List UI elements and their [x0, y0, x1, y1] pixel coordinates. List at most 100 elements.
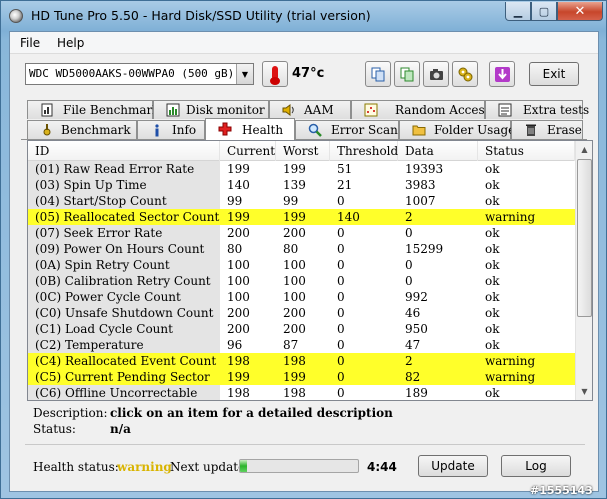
tab-health[interactable]: Health: [205, 118, 295, 140]
cell-current: 199: [227, 370, 250, 384]
table-row[interactable]: (C4) Reallocated Event Count 198 198 0 2 warn…: [28, 353, 575, 369]
column-header-status[interactable]: Status: [478, 141, 575, 161]
tab-extra-tests[interactable]: Extra tests: [485, 100, 589, 119]
copy-screenshot-button[interactable]: [394, 61, 420, 87]
gears-icon: [458, 67, 473, 82]
next-update-time: 4:44: [367, 460, 397, 474]
next-update-progress: [239, 459, 359, 473]
tab-disk-monitor[interactable]: Disk monitor: [153, 100, 269, 119]
list-rows: (01) Raw Read Error Rate 199 199 51 19393 ok(…: [28, 161, 575, 400]
cell-worst: 200: [283, 306, 306, 320]
minimize-button[interactable]: ▁: [505, 2, 531, 21]
table-row[interactable]: (09) Power On Hours Count 80 80 0 15299 ok: [28, 241, 575, 257]
update-button[interactable]: Update: [418, 455, 488, 477]
cell-data: 1007: [405, 194, 436, 208]
cell-current: 96: [227, 338, 243, 352]
cell-threshold: 0: [337, 226, 345, 240]
table-row[interactable]: (03) Spin Up Time 140 139 21 3983 ok: [28, 177, 575, 193]
cell-worst: 139: [283, 178, 306, 192]
copy-image-icon: [400, 67, 414, 82]
cell-current: 200: [227, 226, 250, 240]
cell-data: 2: [405, 210, 413, 224]
cell-data: 2: [405, 354, 413, 368]
app-disk-icon: [9, 9, 23, 23]
menu-help[interactable]: Help: [57, 36, 84, 50]
table-row[interactable]: (C0) Unsafe Shutdown Count 200 200 0 46 ok: [28, 305, 575, 321]
table-row[interactable]: (C2) Temperature 96 87 0 47 ok: [28, 337, 575, 353]
cell-threshold: 51: [337, 162, 353, 176]
title-bar[interactable]: HD Tune Pro 5.50 - Hard Disk/SSD Utility…: [1, 1, 606, 31]
table-row[interactable]: (04) Start/Stop Count 99 99 0 1007 ok: [28, 193, 575, 209]
cell-data: 0: [405, 274, 413, 288]
table-row[interactable]: (07) Seek Error Rate 200 200 0 0 ok: [28, 225, 575, 241]
table-row[interactable]: (C5) Current Pending Sector 199 199 0 82 warn…: [28, 369, 575, 385]
maximize-button[interactable]: ▢: [531, 2, 557, 21]
status-value: n/a: [110, 422, 131, 436]
tab-folder-usage[interactable]: Folder Usage: [399, 120, 515, 139]
speaker-icon: [282, 104, 294, 116]
smart-attributes-list[interactable]: ID Current Worst Threshold Data Status (…: [27, 140, 593, 401]
cell-status: ok: [485, 306, 500, 320]
cell-worst: 198: [283, 354, 306, 368]
status-label: Status:: [33, 422, 76, 436]
menu-file[interactable]: File: [20, 36, 40, 50]
copy-text-button[interactable]: [365, 61, 391, 87]
drive-select[interactable]: WDC WD5000AAKS-00WWPA0 (500 gB): [25, 63, 254, 85]
scroll-thumb[interactable]: [577, 159, 592, 317]
table-row[interactable]: (C1) Load Cycle Count 200 200 0 950 ok: [28, 321, 575, 337]
tab-erase[interactable]: Erase: [511, 120, 583, 139]
exit-button[interactable]: Exit: [529, 62, 579, 86]
chevron-down-icon: ▼: [241, 69, 249, 79]
scroll-down-button[interactable]: ▼: [576, 383, 593, 400]
folder-icon: [412, 125, 426, 136]
scroll-up-button[interactable]: ▲: [576, 141, 593, 158]
tab-error-scan[interactable]: Error Scan: [295, 120, 399, 139]
column-header-worst[interactable]: Worst: [276, 141, 330, 161]
cell-threshold: 0: [337, 242, 345, 256]
column-header-data[interactable]: Data: [398, 141, 478, 161]
options-button[interactable]: [452, 61, 478, 87]
cell-threshold: 0: [337, 290, 345, 304]
vertical-scrollbar[interactable]: ▲ ▼: [575, 141, 592, 400]
tab-info[interactable]: Info: [137, 120, 205, 139]
drive-select-arrow[interactable]: ▼: [236, 64, 253, 84]
copy-icon: [371, 67, 385, 82]
list-header: ID Current Worst Threshold Data Status: [28, 141, 575, 161]
table-row[interactable]: (C6) Offline Uncorrectable 198 198 0 189 ok: [28, 385, 575, 400]
column-header-id[interactable]: ID: [28, 141, 220, 161]
cell-worst: 80: [283, 242, 299, 256]
next-update-label: Next update:: [170, 460, 250, 474]
cell-id: (04) Start/Stop Count: [28, 193, 220, 209]
cell-threshold: 0: [337, 354, 345, 368]
cell-worst: 87: [283, 338, 299, 352]
tab-file-benchmark[interactable]: File Benchmark: [27, 100, 160, 119]
cell-current: 100: [227, 258, 250, 272]
table-row[interactable]: (0A) Spin Retry Count 100 100 0 0 ok: [28, 257, 575, 273]
cell-id: (03) Spin Up Time: [28, 177, 220, 193]
screenshot-button[interactable]: [423, 61, 449, 87]
table-row[interactable]: (05) Reallocated Sector Count 199 199 140 2 w…: [28, 209, 575, 225]
tab-aam[interactable]: AAM: [269, 100, 351, 119]
tab-random-access[interactable]: Random Access: [351, 100, 491, 119]
column-header-threshold[interactable]: Threshold: [330, 141, 398, 161]
cell-data: 950: [405, 322, 428, 336]
table-row[interactable]: (0C) Power Cycle Count 100 100 0 992 ok: [28, 289, 575, 305]
window-title: HD Tune Pro 5.50 - Hard Disk/SSD Utility…: [31, 8, 371, 23]
cell-data: 46: [405, 306, 421, 320]
cell-status: warning: [485, 210, 536, 224]
close-button[interactable]: ✕: [557, 2, 603, 21]
save-button[interactable]: [489, 61, 515, 87]
thermometer-button[interactable]: [262, 61, 288, 87]
table-row[interactable]: (0B) Calibration Retry Count 100 100 0 0 ok: [28, 273, 575, 289]
cell-worst: 200: [283, 226, 306, 240]
table-row[interactable]: (01) Raw Read Error Rate 199 199 51 19393 ok: [28, 161, 575, 177]
menu-file-label: File: [20, 36, 41, 50]
cell-current: 199: [227, 210, 250, 224]
column-header-current[interactable]: Current: [220, 141, 276, 161]
tab-benchmark[interactable]: Benchmark: [27, 120, 137, 139]
cell-status: ok: [485, 178, 500, 192]
log-button[interactable]: Log: [501, 455, 571, 477]
health-status-label: Health status:: [33, 460, 119, 474]
cell-data: 82: [405, 370, 421, 384]
cell-status: ok: [485, 290, 500, 304]
